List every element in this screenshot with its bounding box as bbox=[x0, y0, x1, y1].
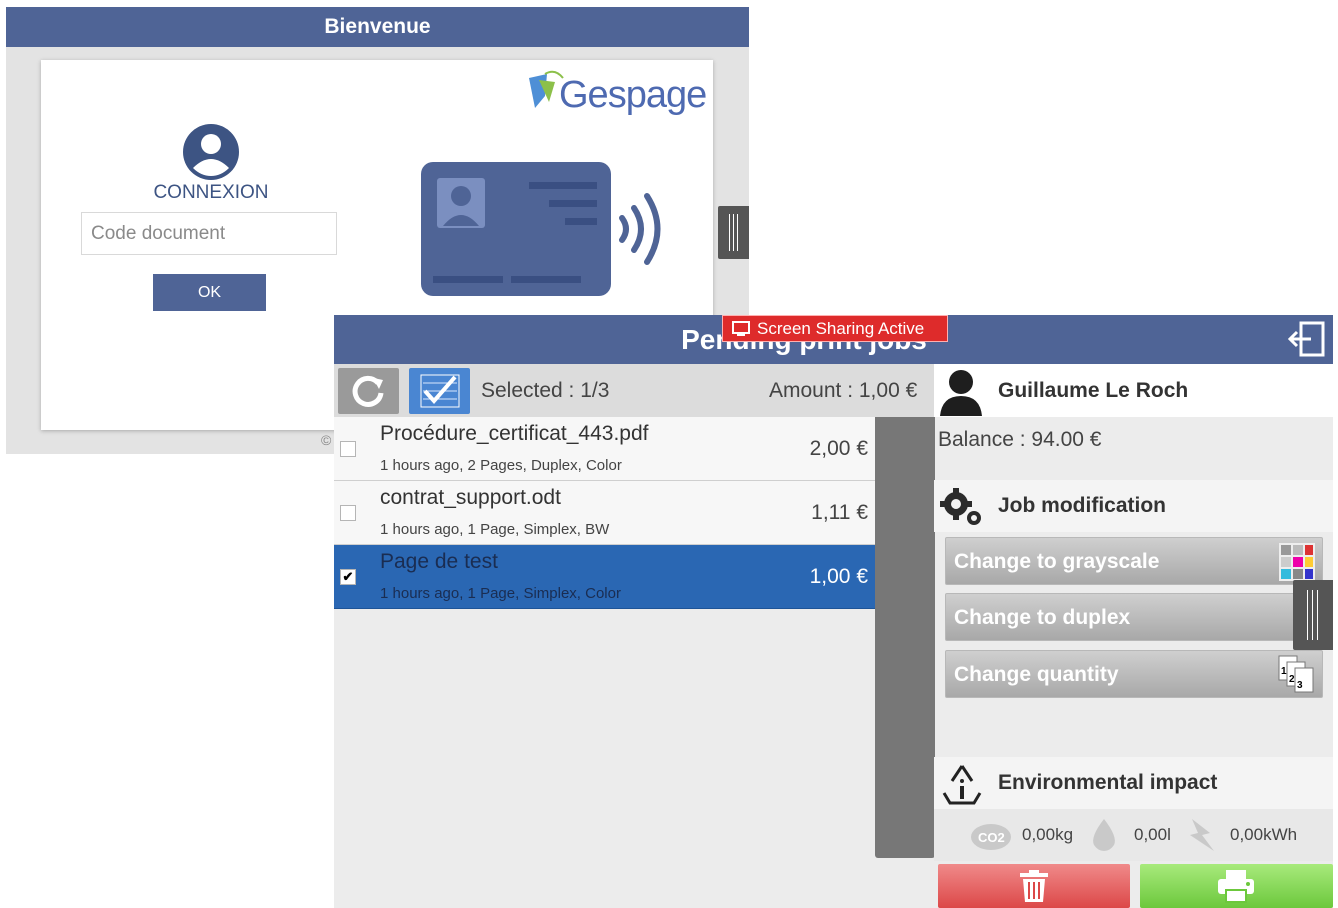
user-name: Guillaume Le Roch bbox=[998, 379, 1189, 402]
side-drawer-handle[interactable] bbox=[1293, 580, 1333, 650]
svg-text:CO2: CO2 bbox=[978, 830, 1005, 845]
job-name: Procédure_certificat_443.pdf bbox=[380, 422, 649, 445]
connexion-label: CONNEXION bbox=[153, 182, 269, 203]
job-list: Procédure_certificat_443.pdf 1 hours ago… bbox=[334, 417, 875, 908]
user-header: Guillaume Le Roch bbox=[934, 364, 1333, 417]
water-drop-icon bbox=[1093, 819, 1115, 851]
environmental-stats: CO2 0,00kg 0,00l 0,00kWh bbox=[934, 809, 1333, 861]
screen-sharing-badge: Screen Sharing Active bbox=[722, 315, 948, 342]
co2-icon: CO2 bbox=[971, 824, 1011, 850]
job-name: contrat_support.odt bbox=[380, 486, 561, 509]
co2-value: 0,00kg bbox=[1022, 825, 1074, 844]
job-row[interactable]: Procédure_certificat_443.pdf 1 hours ago… bbox=[334, 417, 875, 481]
user-circle-icon bbox=[183, 124, 239, 180]
change-to-duplex-button[interactable]: Change to duplex bbox=[945, 593, 1323, 641]
quantity-label: Change quantity bbox=[954, 663, 1119, 686]
svg-text:2: 2 bbox=[1289, 674, 1295, 685]
select-all-button[interactable] bbox=[409, 368, 470, 414]
select-all-icon bbox=[420, 374, 460, 408]
job-name: Page de test bbox=[380, 550, 498, 573]
job-row[interactable]: contrat_support.odt 1 hours ago, 1 Page,… bbox=[334, 481, 875, 545]
screen-share-icon bbox=[732, 321, 750, 336]
welcome-title: Bienvenue bbox=[6, 7, 749, 47]
job-modification-title: Job modification bbox=[998, 494, 1166, 517]
ok-button[interactable]: OK bbox=[153, 274, 266, 311]
refresh-icon bbox=[352, 375, 384, 407]
svg-text:3: 3 bbox=[1297, 680, 1303, 691]
user-icon bbox=[940, 370, 982, 416]
screen-sharing-text: Screen Sharing Active bbox=[757, 319, 925, 338]
gears-icon bbox=[940, 488, 981, 525]
side-drawer-handle[interactable] bbox=[718, 206, 749, 259]
code-document-input[interactable] bbox=[81, 212, 337, 255]
grayscale-label: Change to grayscale bbox=[954, 550, 1160, 573]
job-meta: 1 hours ago, 2 Pages, Duplex, Color bbox=[380, 457, 622, 474]
job-price: 2,00 € bbox=[809, 437, 868, 460]
energy-value: 0,00kWh bbox=[1230, 825, 1298, 844]
environmental-impact-title: Environmental impact bbox=[998, 771, 1218, 794]
job-price: 1,00 € bbox=[809, 565, 868, 588]
refresh-button[interactable] bbox=[338, 368, 399, 414]
contactless-icon bbox=[619, 193, 661, 265]
recycle-icon bbox=[942, 765, 982, 805]
job-meta: 1 hours ago, 1 Page, Simplex, Color bbox=[380, 585, 621, 602]
quantity-icon: 1 2 3 bbox=[1278, 655, 1314, 693]
copyright-text: © bbox=[321, 432, 332, 448]
job-price: 1,11 € bbox=[811, 501, 868, 524]
change-quantity-button[interactable]: Change quantity 1 2 3 bbox=[945, 650, 1323, 698]
trash-icon bbox=[1020, 870, 1048, 902]
job-checkbox-checked[interactable]: ✔ bbox=[340, 569, 356, 585]
pending-jobs-window: Pending print jobs Screen Sharing Active bbox=[334, 315, 1333, 908]
color-palette-icon bbox=[1279, 543, 1315, 581]
job-checkbox[interactable] bbox=[340, 441, 356, 457]
gespage-logo-text: Gespage bbox=[559, 74, 707, 116]
lightning-icon bbox=[1190, 819, 1214, 851]
delete-button[interactable] bbox=[938, 864, 1130, 908]
scroll-panel[interactable] bbox=[875, 417, 935, 858]
duplex-label: Change to duplex bbox=[954, 606, 1131, 629]
change-to-grayscale-button[interactable]: Change to grayscale bbox=[945, 537, 1323, 585]
job-row-selected[interactable]: ✔ Page de test 1 hours ago, 1 Page, Simp… bbox=[334, 545, 875, 609]
amount-total: Amount : 1,00 € bbox=[769, 379, 918, 402]
job-meta: 1 hours ago, 1 Page, Simplex, BW bbox=[380, 521, 610, 538]
balance-text: Balance : 94.00 € bbox=[938, 428, 1102, 451]
selected-count: Selected : 1/3 bbox=[481, 379, 610, 402]
printer-icon bbox=[1218, 870, 1254, 903]
jobs-toolbar: Selected : 1/3 Amount : 1,00 € bbox=[334, 364, 934, 417]
job-checkbox[interactable] bbox=[340, 505, 356, 521]
job-modification-header: Job modification bbox=[934, 480, 1333, 532]
print-button[interactable] bbox=[1140, 864, 1333, 908]
logout-icon[interactable] bbox=[1287, 319, 1327, 359]
svg-text:1: 1 bbox=[1281, 666, 1287, 677]
environmental-impact-header: Environmental impact bbox=[934, 757, 1333, 809]
water-value: 0,00l bbox=[1134, 825, 1171, 844]
